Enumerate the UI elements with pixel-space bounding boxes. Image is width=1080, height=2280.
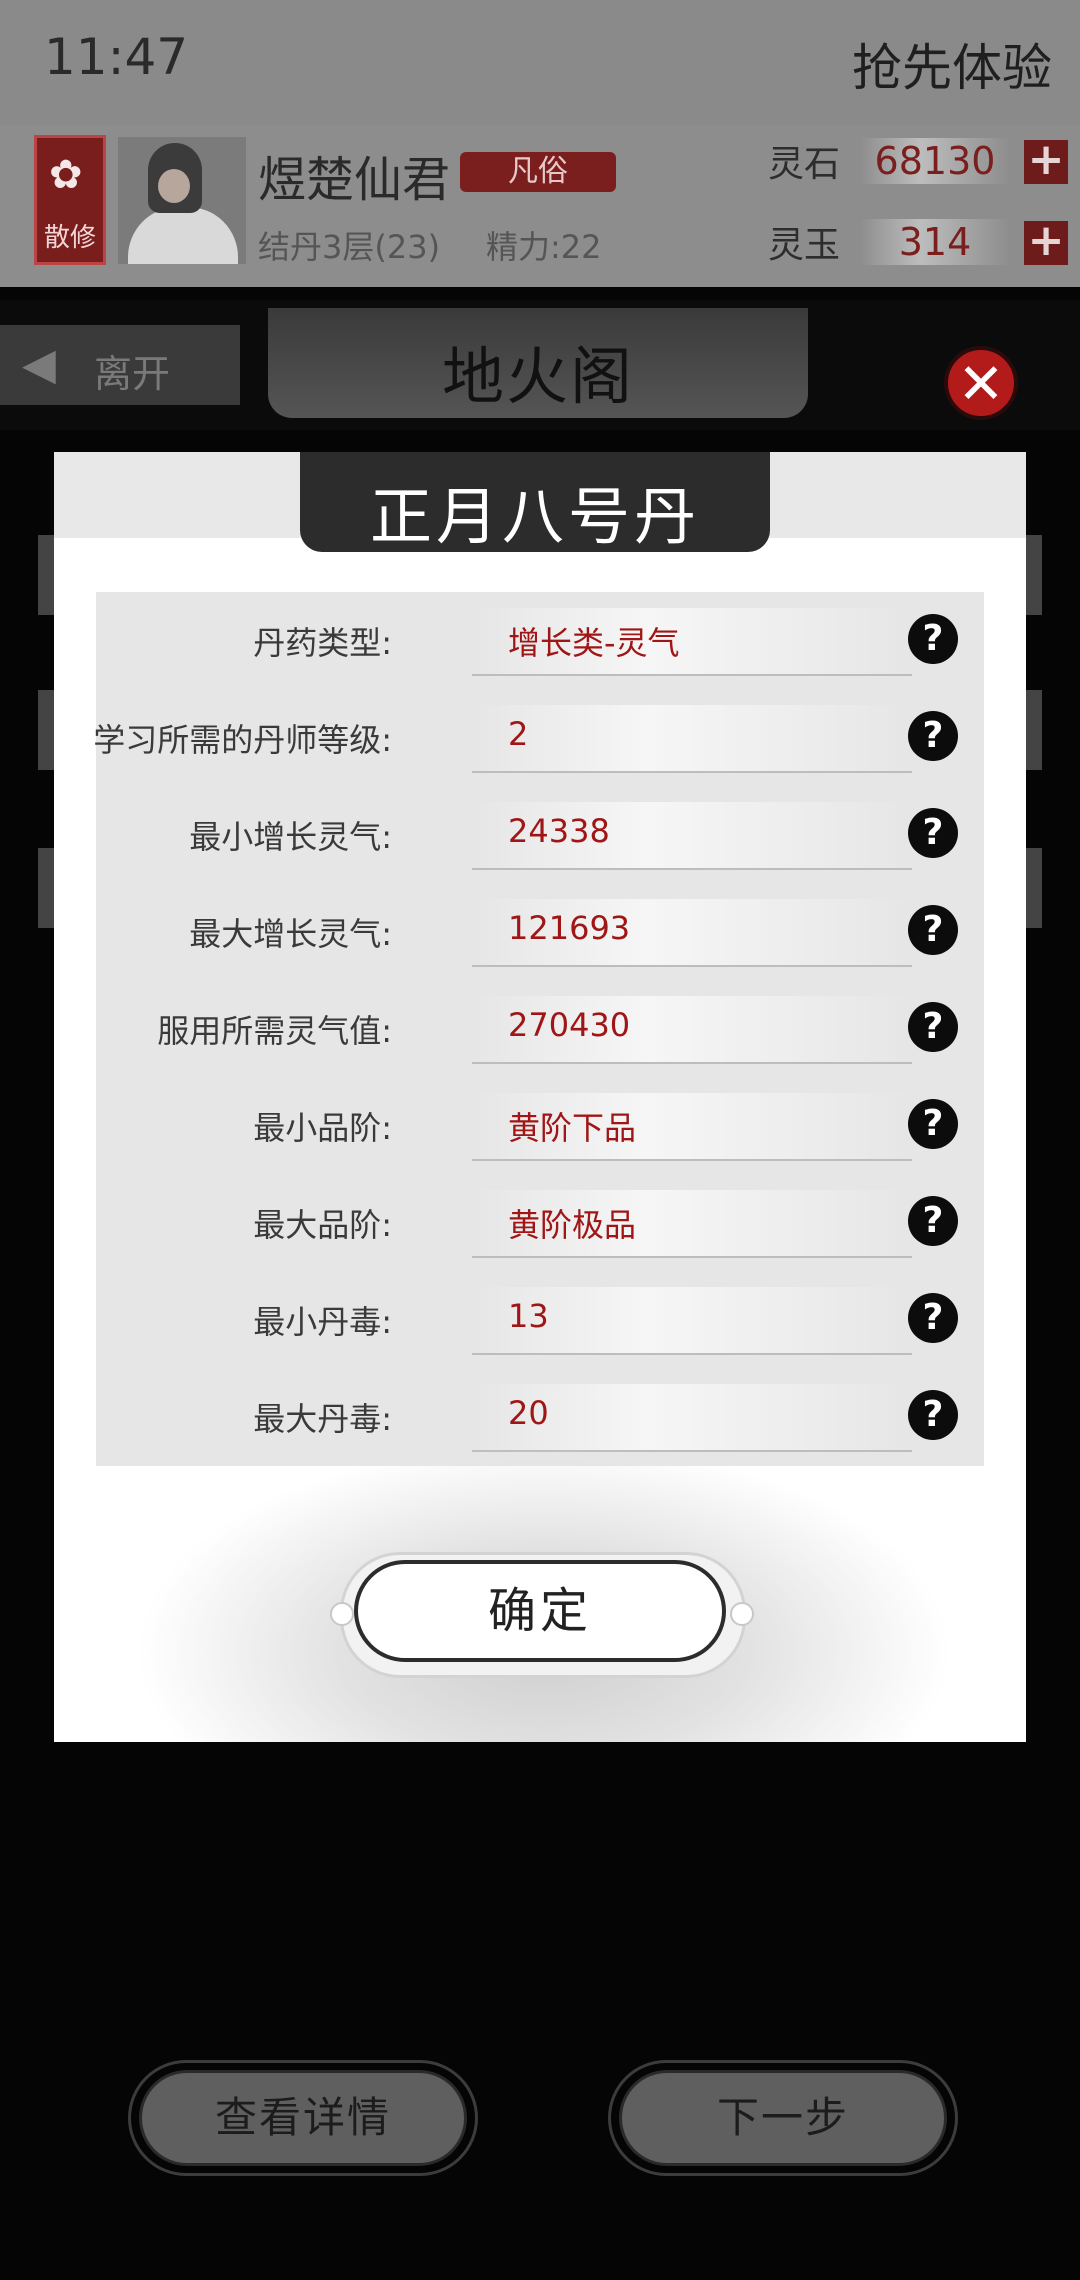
info-row: 丹药类型: 增长类-灵气 ? [96, 592, 984, 689]
next-step-button[interactable]: 下一步 [619, 2070, 947, 2166]
info-row: 学习所需的丹师等级: 2 ? [93, 689, 984, 786]
info-row: 服用所需灵气值: 270430 ? [96, 980, 984, 1077]
status-time: 11:47 [44, 28, 189, 86]
question-mark-icon[interactable]: ? [908, 1390, 958, 1440]
question-mark-icon[interactable]: ? [908, 905, 958, 955]
question-mark-icon[interactable]: ? [908, 1099, 958, 1149]
confirm-button[interactable]: 确定 [354, 1560, 726, 1662]
hall-title: 地火阁 [441, 340, 634, 413]
info-value: 121693 [508, 909, 631, 947]
bg-list-edge [38, 848, 54, 928]
info-label: 最大增长灵气: [189, 915, 392, 953]
lotus-icon: ✿ [49, 152, 83, 198]
sect-badge-label: 散修 [43, 223, 96, 253]
info-value: 24338 [508, 812, 610, 850]
pill-info-panel: 丹药类型: 增长类-灵气 ? 学习所需的丹师等级: 2 ? 最小增长灵气: 24… [93, 592, 984, 1466]
spirit-jade-label: 灵玉 [768, 225, 841, 266]
player-level: 结丹3层(23) [258, 228, 441, 266]
bg-list-edge [1026, 535, 1042, 615]
dialog-title: 正月八号丹 [369, 480, 700, 553]
info-row: 最小品阶: 黄阶下品 ? [96, 1077, 984, 1174]
question-mark-icon[interactable]: ? [908, 808, 958, 858]
pill-detail-dialog: 正月八号丹 丹药类型: 增长类-灵气 ? 学习所需的丹师等级: 2 ? 最小增长… [54, 452, 1026, 1742]
rank-badge: 凡俗 [460, 152, 616, 192]
bg-list-edge [1026, 690, 1042, 770]
info-value: 270430 [508, 1006, 631, 1044]
bg-list-edge [38, 690, 54, 770]
info-label: 最大丹毒: [253, 1400, 392, 1438]
question-mark-icon[interactable]: ? [908, 1002, 958, 1052]
back-arrow-icon: ◀ [22, 339, 56, 390]
sect-badge: ✿ 散修 [34, 135, 106, 265]
info-value: 黄阶下品 [508, 1109, 637, 1147]
early-access-button[interactable]: 抢先体验 [852, 28, 1052, 100]
player-energy: 精力:22 [486, 228, 602, 266]
info-label: 学习所需的丹师等级: [93, 721, 392, 759]
info-value: 增长类-灵气 [508, 624, 680, 662]
info-row: 最小增长灵气: 24338 ? [96, 786, 984, 883]
question-mark-icon[interactable]: ? [908, 1293, 958, 1343]
close-icon[interactable]: ✕ [944, 346, 1018, 420]
player-name: 煜楚仙君 [258, 152, 451, 208]
info-label: 服用所需灵气值: [157, 1012, 392, 1050]
info-value: 20 [508, 1394, 549, 1432]
spirit-stone-value: 68130 [860, 138, 1010, 184]
info-label: 最小品阶: [253, 1109, 392, 1147]
spirit-stone-label: 灵石 [768, 144, 841, 185]
spirit-jade-value: 314 [860, 219, 1010, 265]
dialog-title-tab: 正月八号丹 [300, 452, 770, 553]
info-label: 最小丹毒: [253, 1303, 392, 1341]
leave-button[interactable]: ◀ 离开 [0, 325, 240, 405]
avatar[interactable] [118, 137, 246, 264]
hall-tab: 地火阁 [268, 308, 808, 418]
info-value: 2 [508, 715, 529, 753]
info-label: 最小增长灵气: [189, 818, 392, 856]
plus-icon[interactable]: + [1024, 219, 1068, 265]
question-mark-icon[interactable]: ? [908, 614, 958, 664]
plus-icon[interactable]: + [1024, 138, 1068, 184]
bg-list-edge [38, 535, 54, 615]
info-label: 丹药类型: [253, 624, 392, 662]
info-row: 最大品阶: 黄阶极品 ? [96, 1174, 984, 1271]
info-row: 最大增长灵气: 121693 ? [96, 883, 984, 980]
view-details-button[interactable]: 查看详情 [139, 2070, 467, 2166]
leave-label: 离开 [94, 352, 171, 396]
question-mark-icon[interactable]: ? [908, 1196, 958, 1246]
question-mark-icon[interactable]: ? [908, 711, 958, 761]
info-value: 13 [508, 1297, 549, 1335]
info-value: 黄阶极品 [508, 1206, 637, 1244]
info-row: 最小丹毒: 13 ? [96, 1271, 984, 1368]
bg-list-edge [1026, 848, 1042, 928]
info-label: 最大品阶: [253, 1206, 392, 1244]
